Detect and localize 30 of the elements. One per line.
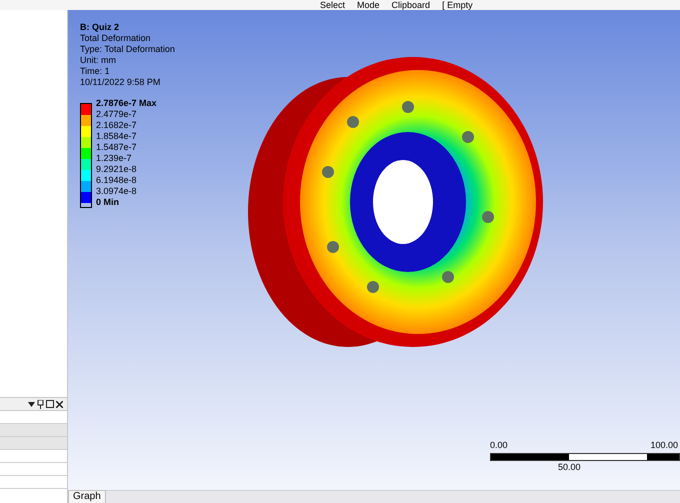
result-info-text: 10/11/2022 9:58 PM bbox=[80, 77, 162, 88]
pin-icon[interactable] bbox=[37, 400, 44, 408]
legend-label: 3.0974e-8 bbox=[96, 186, 138, 197]
scale-label: 100.00 bbox=[650, 439, 678, 452]
table-row[interactable] bbox=[0, 424, 67, 437]
result-info-text: Type: Total Deformation bbox=[80, 44, 176, 55]
legend-label: 9.2921e-8 bbox=[96, 164, 138, 175]
scale-label: 0.00 bbox=[490, 439, 508, 452]
legend-label: 1.239e-7 bbox=[96, 153, 133, 164]
close-icon[interactable] bbox=[56, 400, 63, 408]
maximize-icon[interactable] bbox=[46, 400, 54, 408]
result-info-text: Unit: mm bbox=[80, 55, 117, 66]
result-info-text: B: Quiz 2 bbox=[80, 22, 120, 33]
legend-label: 1.5487e-7 bbox=[96, 142, 138, 153]
dropdown-icon[interactable] bbox=[28, 402, 35, 406]
toolbar-item[interactable]: Clipboard bbox=[392, 0, 430, 10]
legend-label: 2.7876e-7 Max bbox=[96, 98, 157, 109]
legend-label: 6.1948e-8 bbox=[96, 175, 138, 186]
legend-label: 1.8584e-7 bbox=[96, 131, 138, 142]
result-info-text: Total Deformation bbox=[80, 33, 152, 44]
toolbar-item[interactable]: [ Empty bbox=[442, 0, 473, 10]
toolbar-item[interactable]: Select bbox=[320, 0, 346, 10]
legend-label: 2.1682e-7 bbox=[96, 120, 138, 131]
result-info-text: Time: 1 bbox=[80, 66, 111, 77]
table-row[interactable] bbox=[0, 437, 67, 450]
legend-label: 2.4779e-7 bbox=[96, 109, 138, 120]
scale-label: 50.00 bbox=[558, 462, 581, 472]
toolbar-item[interactable]: Mode bbox=[357, 0, 380, 10]
graph-tab[interactable]: Graph bbox=[68, 490, 106, 503]
legend-label: 0 Min bbox=[96, 197, 120, 208]
